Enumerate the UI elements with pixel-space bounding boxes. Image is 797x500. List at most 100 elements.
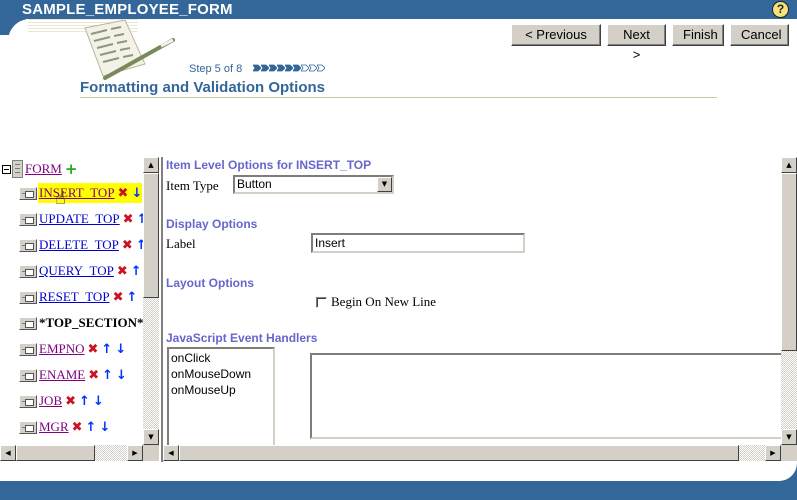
item-type-value: Button <box>237 177 272 191</box>
js-event-option[interactable]: onMouseDown <box>171 366 271 382</box>
item-icon <box>19 342 37 356</box>
delete-icon[interactable]: ✖ <box>122 238 133 253</box>
delete-icon[interactable]: ✖ <box>123 212 134 227</box>
header-bar: SAMPLE_EMPLOYEE_FORM ? <box>0 0 797 19</box>
options-vertical-scrollbar[interactable]: ▲ ▼ <box>781 157 797 445</box>
tree-node: DELETE_TOP ✖ ↑ <box>19 235 143 255</box>
step-chevron-complete-icon <box>253 64 261 72</box>
tree-root: FORM + <box>2 160 77 178</box>
label-input[interactable]: Insert <box>311 233 525 253</box>
move-up-icon[interactable]: ↑ <box>101 342 112 357</box>
tree-node-link[interactable]: UPDATE_TOP <box>39 211 120 227</box>
item-icon <box>19 420 37 434</box>
scroll-thumb[interactable] <box>179 445 739 461</box>
footer-curve <box>767 462 797 482</box>
scroll-thumb[interactable] <box>16 445 95 461</box>
page-title: Formatting and Validation Options <box>80 79 326 96</box>
finish-button[interactable]: Finish <box>672 24 724 46</box>
tree-node: RESET_TOP ✖ ↑ <box>19 287 137 307</box>
scroll-thumb[interactable] <box>781 173 797 351</box>
app-title: SAMPLE_EMPLOYEE_FORM <box>22 1 233 18</box>
tree-node-link[interactable]: ENAME <box>39 367 85 383</box>
options-horizontal-scrollbar[interactable]: ◀ ▶ <box>163 445 781 461</box>
tree-node: UPDATE_TOP ✖ ↑ <box>19 209 143 229</box>
help-icon[interactable]: ? <box>772 1 789 18</box>
next-button[interactable]: Next > <box>607 24 666 62</box>
label-field-label: Label <box>166 236 196 251</box>
item-type-label: Item Type <box>166 178 219 193</box>
move-up-icon[interactable]: ↑ <box>131 264 142 279</box>
item-level-heading: Item Level Options for INSERT_TOP <box>166 158 372 172</box>
title-divider <box>80 97 717 98</box>
footer-bar <box>0 481 797 500</box>
item-icon <box>19 316 37 330</box>
step-chevron-complete-icon <box>277 64 285 72</box>
tree-node-link[interactable]: JOB <box>39 393 62 409</box>
scroll-right-button[interactable]: ▶ <box>127 445 143 461</box>
scroll-down-button[interactable]: ▼ <box>143 429 159 445</box>
tree-vertical-scrollbar[interactable]: ▲ ▼ <box>143 157 159 445</box>
scroll-down-button[interactable]: ▼ <box>781 429 797 445</box>
move-up-icon[interactable]: ↑ <box>79 394 90 409</box>
step-chevron-complete-icon <box>293 64 301 72</box>
section-label: *TOP_SECTION* <box>39 315 143 330</box>
previous-button[interactable]: < Previous <box>511 24 601 46</box>
scroll-left-button[interactable]: ◀ <box>163 445 179 461</box>
step-progress-train <box>253 64 325 72</box>
item-type-select[interactable]: Button ▼ <box>233 175 394 194</box>
options-frame: Item Level Options for INSERT_TOP Item T… <box>161 157 797 462</box>
tree-node: ENAME ✖ ↑ ↓ <box>19 365 127 385</box>
js-event-option[interactable]: onMouseUp <box>171 382 271 398</box>
delete-icon[interactable]: ✖ <box>118 186 129 201</box>
move-down-icon[interactable]: ↓ <box>93 394 104 409</box>
js-code-textarea[interactable] <box>310 353 783 439</box>
tree-node: INSERT_TOP ✖ ↓ <box>19 183 143 203</box>
move-up-icon[interactable]: ↑ <box>102 368 113 383</box>
move-up-icon[interactable]: ↑ <box>86 420 97 435</box>
collapse-icon[interactable] <box>2 164 11 174</box>
js-event-listbox[interactable]: onClick onMouseDown onMouseUp <box>167 347 275 445</box>
move-up-icon[interactable]: ↑ <box>126 290 137 305</box>
js-event-option[interactable]: onClick <box>171 350 271 366</box>
scroll-left-button[interactable]: ◀ <box>0 445 16 461</box>
tree-horizontal-scrollbar[interactable]: ◀ ▶ <box>0 445 143 461</box>
tree-node: *TOP_SECTION* <box>19 313 143 333</box>
begin-new-line-label: Begin On New Line <box>331 294 437 309</box>
tree-node-link[interactable]: MGR <box>39 419 69 435</box>
cancel-button[interactable]: Cancel <box>730 24 789 46</box>
scroll-up-button[interactable]: ▲ <box>143 157 159 173</box>
move-down-icon[interactable]: ↓ <box>131 186 142 201</box>
tree-node-link[interactable]: QUERY_TOP <box>39 263 114 279</box>
tree-node-link[interactable]: RESET_TOP <box>39 289 110 305</box>
delete-icon[interactable]: ✖ <box>65 394 76 409</box>
begin-new-line-checkbox[interactable] <box>316 296 327 308</box>
delete-icon[interactable]: ✖ <box>88 342 99 357</box>
add-icon[interactable]: + <box>65 162 78 177</box>
delete-icon[interactable]: ✖ <box>113 290 124 305</box>
move-down-icon[interactable]: ↓ <box>115 342 126 357</box>
tree-node-link[interactable]: INSERT_TOP <box>39 185 115 201</box>
hand-cursor-icon: ☝ <box>55 188 66 209</box>
scroll-corner <box>143 445 159 461</box>
item-icon <box>19 212 37 226</box>
move-down-icon[interactable]: ↓ <box>99 420 110 435</box>
scroll-right-button[interactable]: ▶ <box>765 445 781 461</box>
item-icon <box>19 186 37 200</box>
tree-node-link[interactable]: EMPNO <box>39 341 85 357</box>
tree-frame: FORM + INSERT_TOP ✖ ↓ UPDATE_TOP ✖ ↑ DELETE_TO… <box>0 157 159 462</box>
move-up-icon[interactable]: ↑ <box>136 238 143 253</box>
delete-icon[interactable]: ✖ <box>117 264 128 279</box>
tree-node-link[interactable]: DELETE_TOP <box>39 237 119 253</box>
delete-icon[interactable]: ✖ <box>72 420 83 435</box>
delete-icon[interactable]: ✖ <box>88 368 99 383</box>
move-down-icon[interactable]: ↓ <box>116 368 127 383</box>
tree-root-link[interactable]: FORM <box>25 161 62 177</box>
scroll-thumb[interactable] <box>143 173 159 298</box>
form-tree: FORM + INSERT_TOP ✖ ↓ UPDATE_TOP ✖ ↑ DELETE_TO… <box>0 157 143 445</box>
chevron-down-icon[interactable]: ▼ <box>377 177 392 192</box>
scroll-up-button[interactable]: ▲ <box>781 157 797 173</box>
tree-node: JOB ✖ ↑ ↓ <box>19 391 104 411</box>
step-indicator-text: Step 5 of 8 <box>189 63 243 75</box>
item-icon <box>19 264 37 278</box>
begin-new-line-option[interactable]: Begin On New Line <box>316 294 436 310</box>
